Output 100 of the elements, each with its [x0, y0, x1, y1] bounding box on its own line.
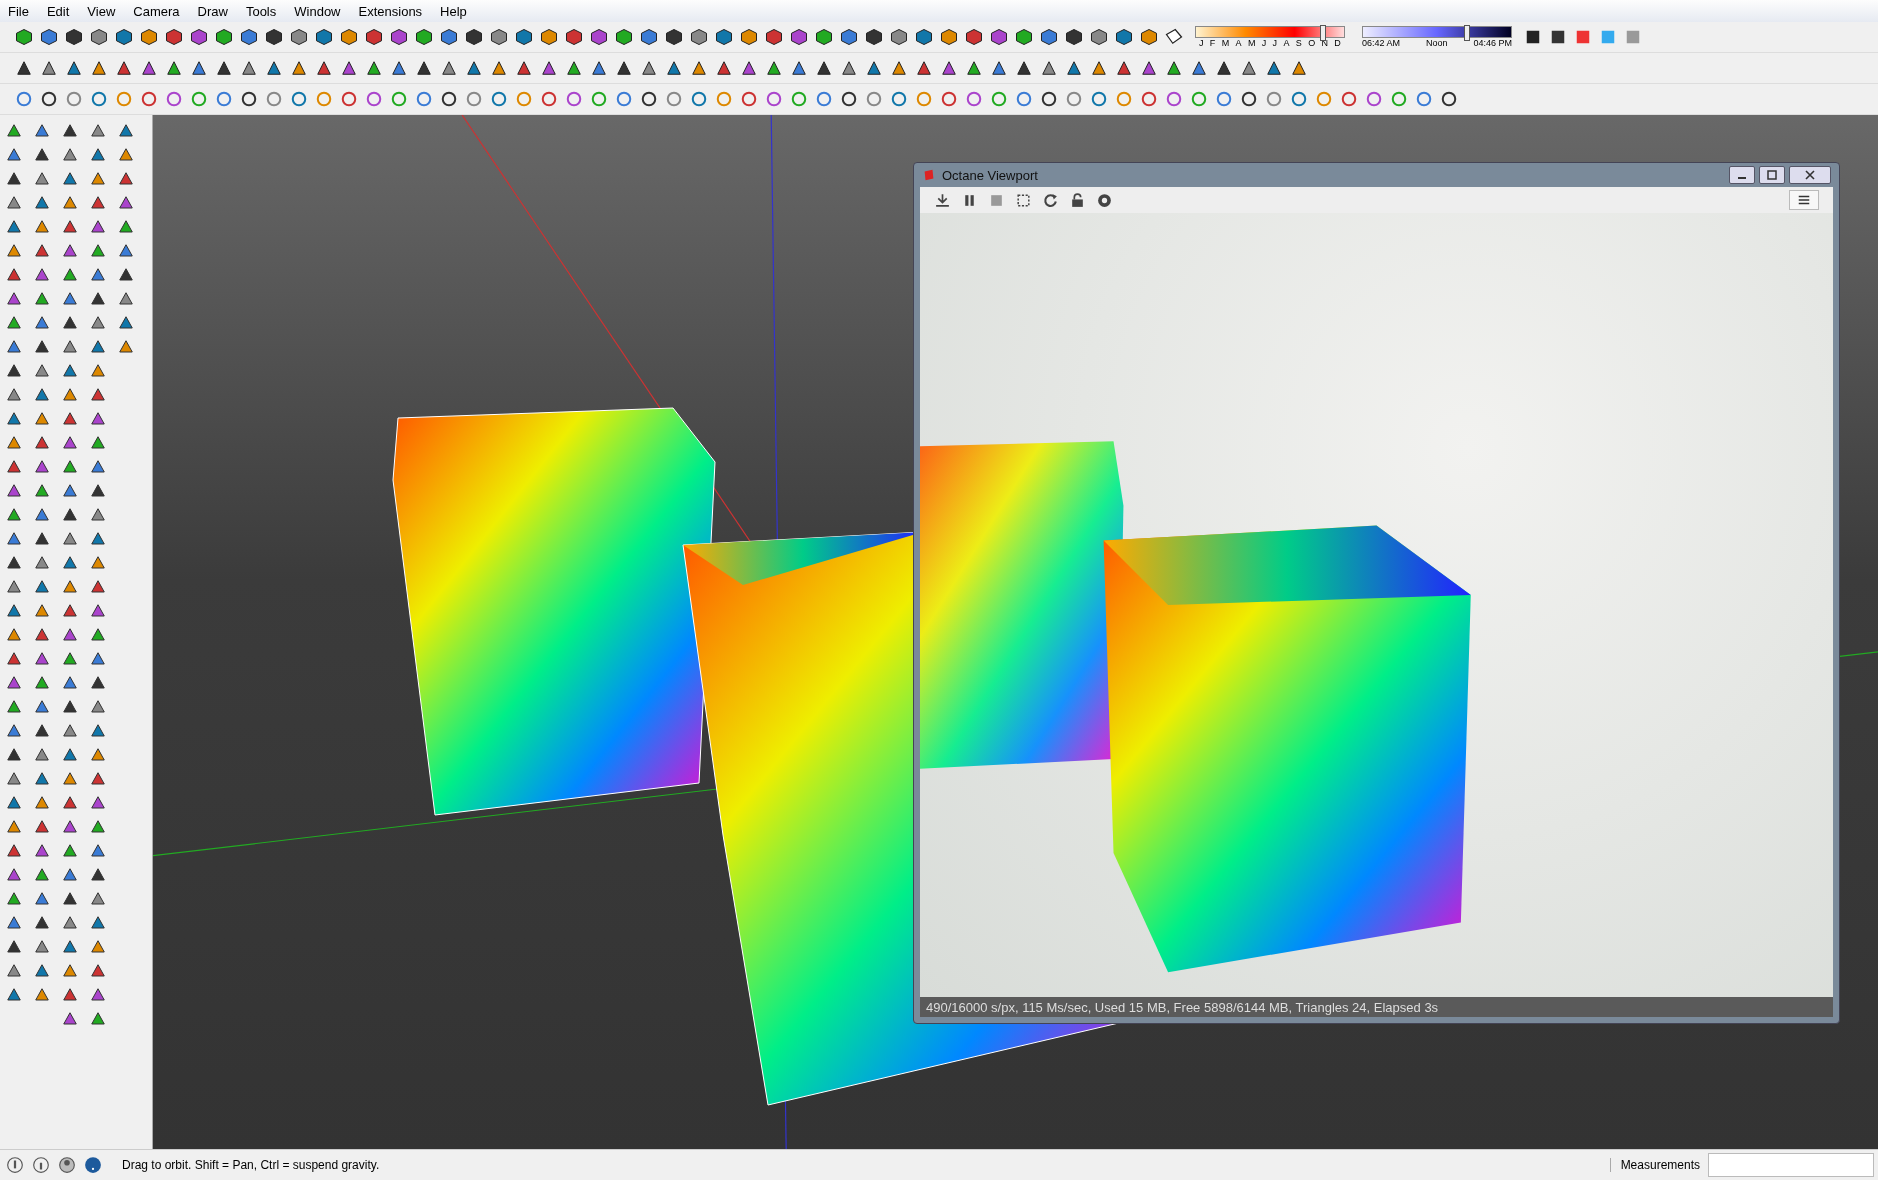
tool-icon[interactable] [414, 27, 434, 47]
tool-icon[interactable] [214, 58, 234, 78]
menu-button[interactable] [1789, 190, 1819, 210]
tool-icon[interactable] [464, 27, 484, 47]
tool-icon[interactable] [889, 27, 909, 47]
tool-icon[interactable] [164, 27, 184, 47]
tool-icon[interactable] [614, 27, 634, 47]
tool-icon[interactable] [364, 58, 384, 78]
tool-icon[interactable] [564, 58, 584, 78]
tool-icon[interactable] [739, 27, 759, 47]
menu-item[interactable]: Tools [245, 3, 277, 19]
close-icon[interactable] [1789, 166, 1831, 184]
tool-icon[interactable] [1139, 27, 1159, 47]
tool-icon[interactable] [589, 58, 609, 78]
tool-icon[interactable] [764, 27, 784, 47]
tool-icon[interactable] [914, 58, 934, 78]
tool-icon[interactable] [839, 89, 859, 109]
tool-icon[interactable] [114, 27, 134, 47]
tool-icon[interactable] [314, 27, 334, 47]
tool-icon[interactable] [1089, 58, 1109, 78]
menu-item[interactable]: Extensions [358, 3, 423, 19]
tool-icon[interactable] [1164, 58, 1184, 78]
help-icon[interactable] [84, 1156, 102, 1174]
tool-icon[interactable] [489, 27, 509, 47]
tool-icon[interactable] [814, 58, 834, 78]
tool-icon[interactable] [739, 58, 759, 78]
tool-icon[interactable] [314, 58, 334, 78]
tool-icon[interactable] [239, 58, 259, 78]
tool-icon[interactable] [189, 58, 209, 78]
tool-icon[interactable] [564, 27, 584, 47]
tool-icon[interactable] [239, 89, 259, 109]
tool-icon[interactable] [214, 27, 234, 47]
tool-icon[interactable] [939, 58, 959, 78]
tool-icon[interactable] [464, 58, 484, 78]
menu-item[interactable]: Draw [197, 3, 228, 19]
tool-icon[interactable] [1014, 58, 1034, 78]
tool-icon[interactable] [639, 58, 659, 78]
tool-icon[interactable] [1189, 58, 1209, 78]
tool-icon[interactable] [14, 58, 34, 78]
tool-icon[interactable] [1139, 58, 1159, 78]
tool-icon[interactable] [339, 58, 359, 78]
tool-icon[interactable] [539, 58, 559, 78]
tool-icon[interactable] [514, 27, 534, 47]
tool-icon[interactable] [864, 58, 884, 78]
tool-icon[interactable] [489, 58, 509, 78]
tool-icon[interactable] [1264, 58, 1284, 78]
minimize-icon[interactable] [1729, 166, 1755, 184]
tool-icon[interactable] [414, 58, 434, 78]
tool-icon[interactable] [839, 58, 859, 78]
tool-icon[interactable] [614, 58, 634, 78]
tool-icon[interactable] [1114, 27, 1134, 47]
maximize-icon[interactable] [1759, 166, 1785, 184]
tool-icon[interactable] [589, 27, 609, 47]
tool-icon[interactable] [1214, 58, 1234, 78]
model-viewport[interactable]: Octane Viewport 490/16000 s/px, 115 Ms/sec, Used 15 MB, Free 5898/6144 MB, Triangles 24, Elapsed 3s [153, 115, 1878, 1149]
tool-icon[interactable] [289, 27, 309, 47]
tool-icon[interactable] [1039, 89, 1059, 109]
menu-item[interactable]: Edit [46, 3, 70, 19]
tool-icon[interactable] [1114, 58, 1134, 78]
tool-icon[interactable] [639, 89, 659, 109]
tool-icon[interactable] [1039, 58, 1059, 78]
tool-icon[interactable] [839, 27, 859, 47]
menu-item[interactable]: Camera [133, 3, 180, 19]
tool-icon[interactable] [664, 27, 684, 47]
tool-icon[interactable] [1014, 27, 1034, 47]
tool-icon[interactable] [139, 27, 159, 47]
tool-icon[interactable] [89, 27, 109, 47]
tool-icon[interactable] [264, 27, 284, 47]
tool-icon[interactable] [364, 27, 384, 47]
region-icon[interactable] [1015, 191, 1032, 209]
tool-icon[interactable] [1064, 27, 1084, 47]
tool-icon[interactable] [789, 27, 809, 47]
tool-icon[interactable] [264, 58, 284, 78]
slider-thumb[interactable] [1320, 25, 1327, 41]
month-slider[interactable] [1195, 26, 1345, 38]
tool-icon[interactable] [689, 27, 709, 47]
tool-icon[interactable] [439, 89, 459, 109]
tool-icon[interactable] [764, 58, 784, 78]
tool-icon[interactable] [714, 58, 734, 78]
shadow-icon[interactable] [1164, 27, 1184, 47]
tool-icon[interactable] [389, 58, 409, 78]
menu-item[interactable]: View [87, 3, 116, 19]
tool-icon[interactable] [14, 27, 34, 47]
tool-icon[interactable] [964, 58, 984, 78]
measurements-field[interactable] [1708, 1153, 1874, 1177]
tool-icon[interactable] [1289, 58, 1309, 78]
menu-item[interactable]: Window [294, 3, 341, 19]
tool-icon[interactable] [989, 27, 1009, 47]
tool-icon[interactable] [814, 27, 834, 47]
tool-icon[interactable] [439, 27, 459, 47]
download-icon[interactable] [934, 191, 951, 209]
slider-thumb[interactable] [1463, 25, 1470, 41]
tool-icon[interactable] [689, 58, 709, 78]
tool-icon[interactable] [139, 58, 159, 78]
tool-icon[interactable] [514, 58, 534, 78]
tool-icon[interactable] [39, 27, 59, 47]
tool-icon[interactable] [889, 58, 909, 78]
tool-icon[interactable] [114, 58, 134, 78]
tool-icon[interactable] [539, 27, 559, 47]
tool-icon[interactable] [1064, 58, 1084, 78]
